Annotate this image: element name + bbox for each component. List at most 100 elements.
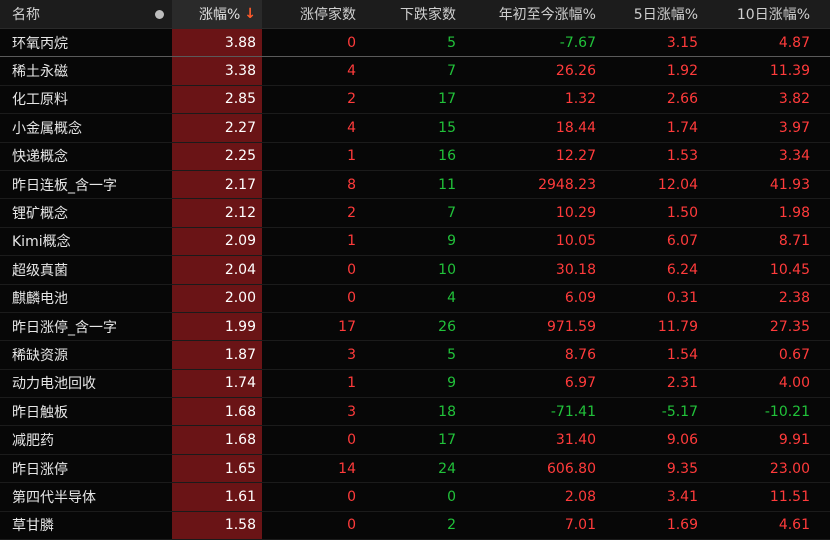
row-limit-up-count: 17 [262,313,362,340]
row-down-count-value: 7 [447,63,456,80]
table-row[interactable]: 锂矿概念 2.12 2 7 10.29 1.50 1.98 [0,199,830,228]
table-row[interactable]: 动力电池回收 1.74 1 9 6.97 2.31 4.00 [0,369,830,399]
row-down-count: 16 [362,143,462,170]
row-5d-pct: 1.74 [602,114,704,141]
table-row[interactable]: 环氧丙烷 3.88 0 5 -7.67 3.15 4.87 [0,29,830,58]
row-change-pct-value: 2.27 [224,119,256,136]
row-dot [146,86,172,113]
row-limit-up-count-value: 8 [347,176,356,193]
table-row[interactable]: 昨日涨停_含一字 1.99 17 26 971.59 11.79 27.35 [0,312,830,342]
table-row[interactable]: 稀土永磁 3.38 4 7 26.26 1.92 11.39 [0,57,830,86]
row-ytd-pct-value: 10.05 [555,233,596,250]
row-5d-pct: 11.79 [602,313,704,340]
row-down-count: 0 [362,483,462,510]
row-down-count: 17 [362,86,462,113]
row-name: 昨日连板_含一字 [0,171,146,198]
row-name: 锂矿概念 [0,199,146,226]
row-limit-up-count-value: 2 [347,91,356,108]
row-name-value: Kimi概念 [12,234,71,251]
row-ytd-pct-value: -7.67 [559,34,596,51]
row-ytd-pct: -71.41 [462,398,602,425]
row-down-count: 7 [362,199,462,226]
table-row[interactable]: 化工原料 2.85 2 17 1.32 2.66 3.82 [0,85,830,115]
row-change-pct: 2.27 [172,114,262,142]
row-limit-up-count: 4 [262,57,362,84]
row-name: 动力电池回收 [0,370,146,397]
row-ytd-pct-value: 31.40 [555,432,596,449]
row-5d-pct: 1.92 [602,57,704,84]
row-limit-up-count: 1 [262,143,362,170]
row-change-pct-value: 1.68 [224,432,256,449]
row-dot [146,370,172,397]
row-name-value: 草甘膦 [12,518,54,535]
table-row[interactable]: 减肥药 1.68 0 17 31.40 9.06 9.91 [0,426,830,455]
row-10d-pct: 4.00 [704,370,830,397]
row-change-pct: 2.85 [172,85,262,114]
table-row[interactable]: 超级真菌 2.04 0 10 30.18 6.24 10.45 [0,256,830,285]
table-row[interactable]: 麒麟电池 2.00 0 4 6.09 0.31 2.38 [0,284,830,313]
row-down-count: 2 [362,512,462,539]
row-down-count-value: 18 [438,403,456,420]
row-limit-up-count: 0 [262,285,362,312]
row-limit-up-count-value: 0 [347,34,356,51]
table-row[interactable]: Kimi概念 2.09 1 9 10.05 6.07 8.71 [0,227,830,257]
header-10d-pct[interactable]: 10日涨幅% [704,0,830,28]
table-row[interactable]: 稀缺资源 1.87 3 5 8.76 1.54 0.67 [0,341,830,370]
row-10d-pct: 4.61 [704,512,830,539]
table-row[interactable]: 第四代半导体 1.61 0 0 2.08 3.41 11.51 [0,483,830,512]
row-10d-pct-value: 11.51 [769,488,810,505]
header-5d-pct[interactable]: 5日涨幅% [602,0,704,28]
table-row[interactable]: 快递概念 2.25 1 16 12.27 1.53 3.34 [0,142,830,171]
table-row[interactable]: 昨日连板_含一字 2.17 8 11 2948.23 12.04 41.93 [0,170,830,200]
header-ytd-pct[interactable]: 年初至今涨幅% [462,0,602,28]
row-down-count: 15 [362,114,462,141]
row-limit-up-count-value: 14 [338,460,356,477]
row-ytd-pct-value: 12.27 [555,148,596,165]
row-down-count: 4 [362,285,462,312]
header-limit-up-count[interactable]: 涨停家数 [262,0,362,28]
row-10d-pct-value: 1.98 [778,205,810,222]
row-down-count: 5 [362,341,462,368]
row-ytd-pct: 30.18 [462,256,602,283]
sector-table: 名称 涨幅% ↓ 涨停家数 下跌家数 年初至今涨幅% 5日涨幅% 10日涨幅% … [0,0,830,540]
row-down-count-value: 26 [438,318,456,335]
row-5d-pct-value: 1.53 [666,148,698,165]
header-name-label: 名称 [12,7,40,23]
row-name-value: 昨日涨停_含一字 [12,319,117,336]
row-5d-pct-value: 6.24 [666,261,698,278]
row-name-value: 麒麟电池 [12,291,68,308]
row-name-value: 减肥药 [12,433,54,450]
table-row[interactable]: 草甘膦 1.58 0 2 7.01 1.69 4.61 [0,511,830,540]
row-dot [146,483,172,510]
row-10d-pct: 10.45 [704,256,830,283]
row-10d-pct: 23.00 [704,455,830,482]
row-10d-pct: 3.82 [704,86,830,113]
row-10d-pct: 4.87 [704,29,830,56]
row-5d-pct-value: 9.06 [666,432,698,449]
row-dot [146,228,172,255]
row-10d-pct: 0.67 [704,341,830,368]
table-row[interactable]: 昨日涨停 1.65 14 24 606.80 9.35 23.00 [0,454,830,484]
header-change-pct[interactable]: 涨幅% ↓ [172,0,262,28]
row-name-value: 小金属概念 [12,120,82,137]
row-limit-up-count: 14 [262,455,362,482]
row-dot [146,512,172,539]
row-ytd-pct: 31.40 [462,426,602,453]
table-row[interactable]: 昨日触板 1.68 3 18 -71.41 -5.17 -10.21 [0,398,830,427]
row-ytd-pct-value: 1.32 [564,91,596,108]
header-dot-column[interactable] [146,0,172,28]
row-down-count: 26 [362,313,462,340]
row-10d-pct: 41.93 [704,171,830,198]
header-10d-label: 10日涨幅% [736,7,810,23]
row-change-pct: 2.12 [172,199,262,227]
header-down-count[interactable]: 下跌家数 [362,0,462,28]
row-limit-up-count: 2 [262,86,362,113]
header-name[interactable]: 名称 [0,0,146,28]
row-limit-up-count: 0 [262,483,362,510]
table-row[interactable]: 小金属概念 2.27 4 15 18.44 1.74 3.97 [0,114,830,143]
row-limit-up-count: 2 [262,199,362,226]
row-change-pct: 2.04 [172,256,262,284]
row-ytd-pct: 606.80 [462,455,602,482]
row-down-count-value: 5 [447,346,456,363]
row-down-count: 17 [362,426,462,453]
